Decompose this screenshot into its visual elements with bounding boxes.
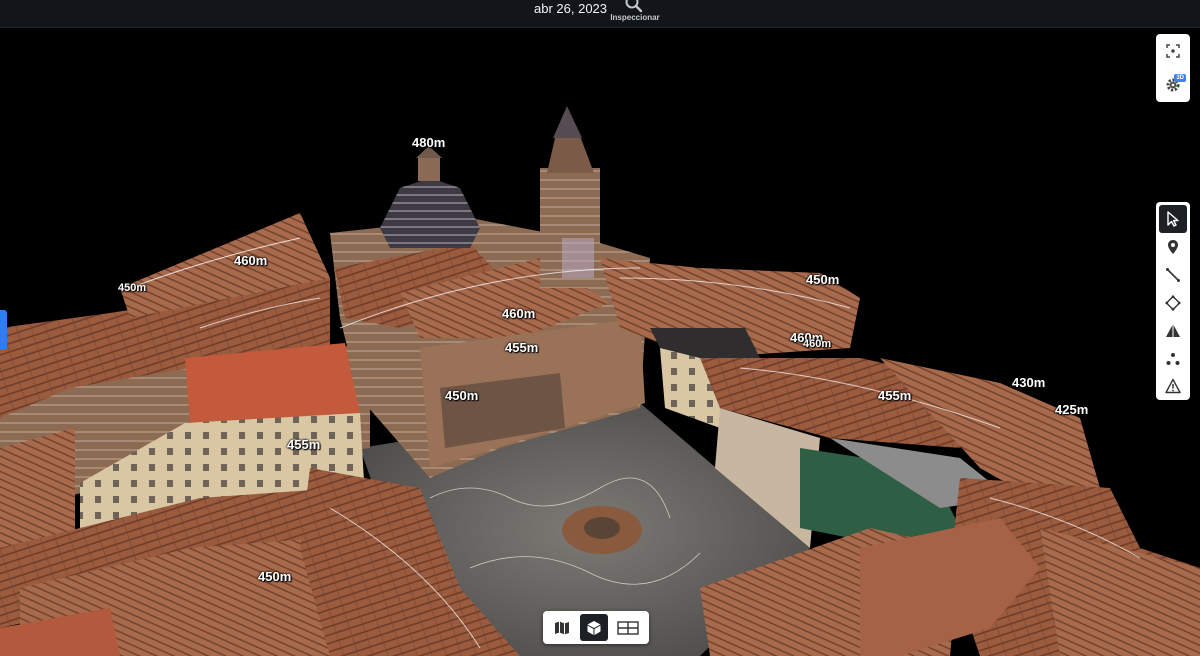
- 3d-model-viewport[interactable]: 480m 460m 455m 450m 460m 455m 450m 450m …: [0, 28, 1200, 656]
- measurement-tools-panel: [1156, 202, 1190, 400]
- view-controls-panel: 3D: [1156, 34, 1190, 102]
- split-view-icon: [617, 620, 639, 635]
- location-pin-icon: [1168, 240, 1178, 254]
- elevation-label: 425m: [1055, 402, 1089, 417]
- elevation-label: 460m: [803, 338, 832, 350]
- side-panel-toggle[interactable]: [0, 310, 7, 350]
- focus-icon: [1166, 44, 1180, 58]
- 3d-view-button[interactable]: [580, 614, 608, 641]
- map-view-button[interactable]: [548, 614, 576, 641]
- inspect-label: Inspeccionar: [610, 13, 660, 22]
- volume-icon: [1166, 324, 1180, 337]
- town-3d-model: [0, 106, 1200, 656]
- area-tool-button[interactable]: [1159, 289, 1187, 317]
- inspect-button[interactable]: Inspeccionar: [606, 0, 664, 26]
- magnifier-icon: [625, 0, 643, 13]
- points-icon: [1166, 353, 1180, 365]
- line-measure-icon: [1166, 268, 1180, 282]
- area-polygon-icon: [1165, 295, 1181, 311]
- elevation-label: 455m: [287, 437, 321, 452]
- elevation-label: 455m: [878, 388, 912, 403]
- capture-date[interactable]: abr 26, 2023: [534, 1, 607, 16]
- elevation-label: 450m: [258, 569, 292, 584]
- elevation-label: 460m: [502, 306, 536, 321]
- view-mode-switcher: [543, 611, 649, 644]
- select-tool-button[interactable]: [1159, 205, 1187, 233]
- map-icon: [555, 621, 569, 634]
- elevation-label: 480m: [412, 135, 446, 150]
- elevation-label: 460m: [234, 253, 268, 268]
- elevation-label: 455m: [505, 340, 539, 355]
- cursor-icon: [1167, 211, 1179, 227]
- point-tool-button[interactable]: [1159, 233, 1187, 261]
- elevation-label: 430m: [1012, 375, 1046, 390]
- recenter-button[interactable]: [1159, 37, 1187, 65]
- warning-icon: [1165, 378, 1181, 394]
- top-bar: abr 26, 2023 Inspeccionar: [0, 0, 1200, 28]
- split-view-button[interactable]: [614, 614, 642, 641]
- elevation-label: 450m: [118, 282, 147, 294]
- elevation-label: 450m: [806, 272, 840, 287]
- 3d-badge: 3D: [1174, 74, 1186, 82]
- 3d-settings-button[interactable]: 3D: [1159, 71, 1187, 99]
- distance-tool-button[interactable]: [1159, 261, 1187, 289]
- volume-tool-button[interactable]: [1159, 317, 1187, 345]
- elevation-label: 450m: [445, 388, 479, 403]
- points-tool-button[interactable]: [1159, 345, 1187, 373]
- issue-tool-button[interactable]: [1159, 372, 1187, 400]
- 3d-cube-icon: [587, 620, 601, 635]
